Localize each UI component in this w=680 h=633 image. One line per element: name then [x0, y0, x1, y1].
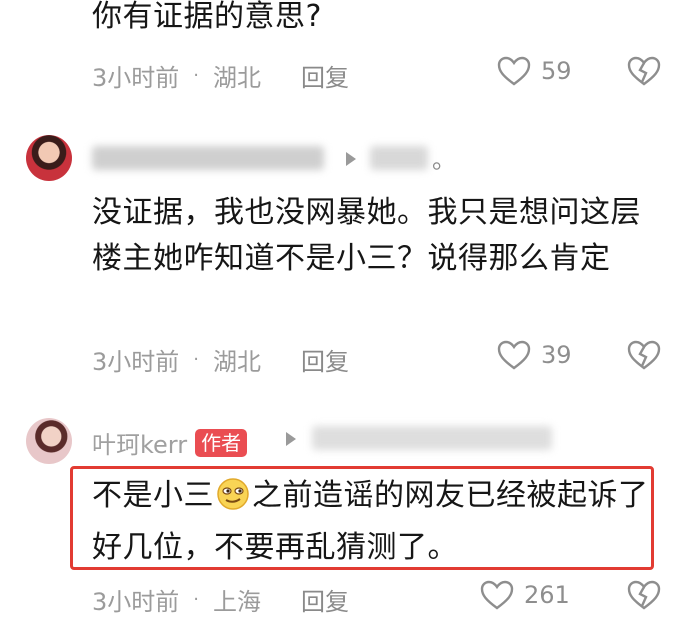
broken-heart-icon: [627, 340, 661, 370]
comment-2-like-button[interactable]: 39: [497, 340, 572, 370]
broken-heart-icon: [627, 580, 661, 610]
comment-3-reply-button[interactable]: 回复: [301, 582, 349, 617]
comment-top-text: 你有证据的意思?: [92, 0, 322, 34]
comment-3-location: 上海: [213, 588, 262, 616]
author-badge: 作者: [195, 428, 248, 457]
comment-3-replyto-blurred[interactable]: [312, 426, 552, 450]
comment-3-like-count: 261: [524, 581, 570, 609]
broken-heart-icon: [627, 56, 661, 86]
comment-3-text: 不是小三 之前造谣的网友已经被起诉了好几位，不要再乱猜测了。: [92, 473, 652, 571]
comment-2-replyto-blurred[interactable]: [370, 146, 428, 170]
comment-2-reply-button[interactable]: 回复: [301, 342, 349, 377]
comment-top-meta: 3小时前 · 湖北 回复: [92, 58, 349, 93]
play-triangle-icon: [286, 432, 296, 446]
meta-separator: ·: [193, 65, 200, 86]
comment-3-username[interactable]: 叶珂kerr: [92, 425, 187, 460]
comment-top-reply-button[interactable]: 回复: [301, 58, 349, 93]
comment-3-header: 叶珂kerr 作者: [92, 425, 248, 460]
comment-3-dislike-button[interactable]: [627, 580, 661, 614]
comment-top-like-button[interactable]: 59: [497, 56, 572, 86]
comment-2-like-count: 39: [541, 341, 572, 369]
comment-3-meta: 3小时前 · 上海 回复: [92, 582, 349, 617]
comment-3-text-part1: 不是小三: [92, 478, 214, 513]
comment-2-location: 湖北: [213, 348, 262, 376]
comment-2-avatar[interactable]: [26, 135, 72, 181]
comment-3-like-button[interactable]: 261: [480, 580, 570, 610]
comment-2-username-blurred[interactable]: [92, 146, 324, 170]
comment-top-time: 3小时前: [92, 64, 180, 92]
heart-outline-icon: [480, 580, 514, 610]
heart-outline-icon: [497, 340, 531, 370]
comment-2-dislike-button[interactable]: [627, 340, 661, 374]
comment-3-avatar[interactable]: [26, 418, 72, 464]
smirk-emoji-icon: [216, 477, 250, 525]
comment-2-suffix: 。: [432, 146, 456, 174]
play-triangle-icon: [346, 152, 356, 166]
meta-separator: ·: [193, 349, 200, 370]
comment-2-meta: 3小时前 · 湖北 回复: [92, 342, 349, 377]
comment-top-like-count: 59: [541, 57, 572, 85]
comment-top-location: 湖北: [213, 64, 262, 92]
comment-top-dislike-button[interactable]: [627, 56, 661, 90]
meta-separator: ·: [193, 589, 200, 610]
comment-2-time: 3小时前: [92, 348, 180, 376]
comment-3-time: 3小时前: [92, 588, 180, 616]
comment-2-text: 没证据，我也没网暴她。我只是想问这层楼主她咋知道不是小三？说得那么肯定: [92, 195, 641, 276]
heart-outline-icon: [497, 56, 531, 86]
